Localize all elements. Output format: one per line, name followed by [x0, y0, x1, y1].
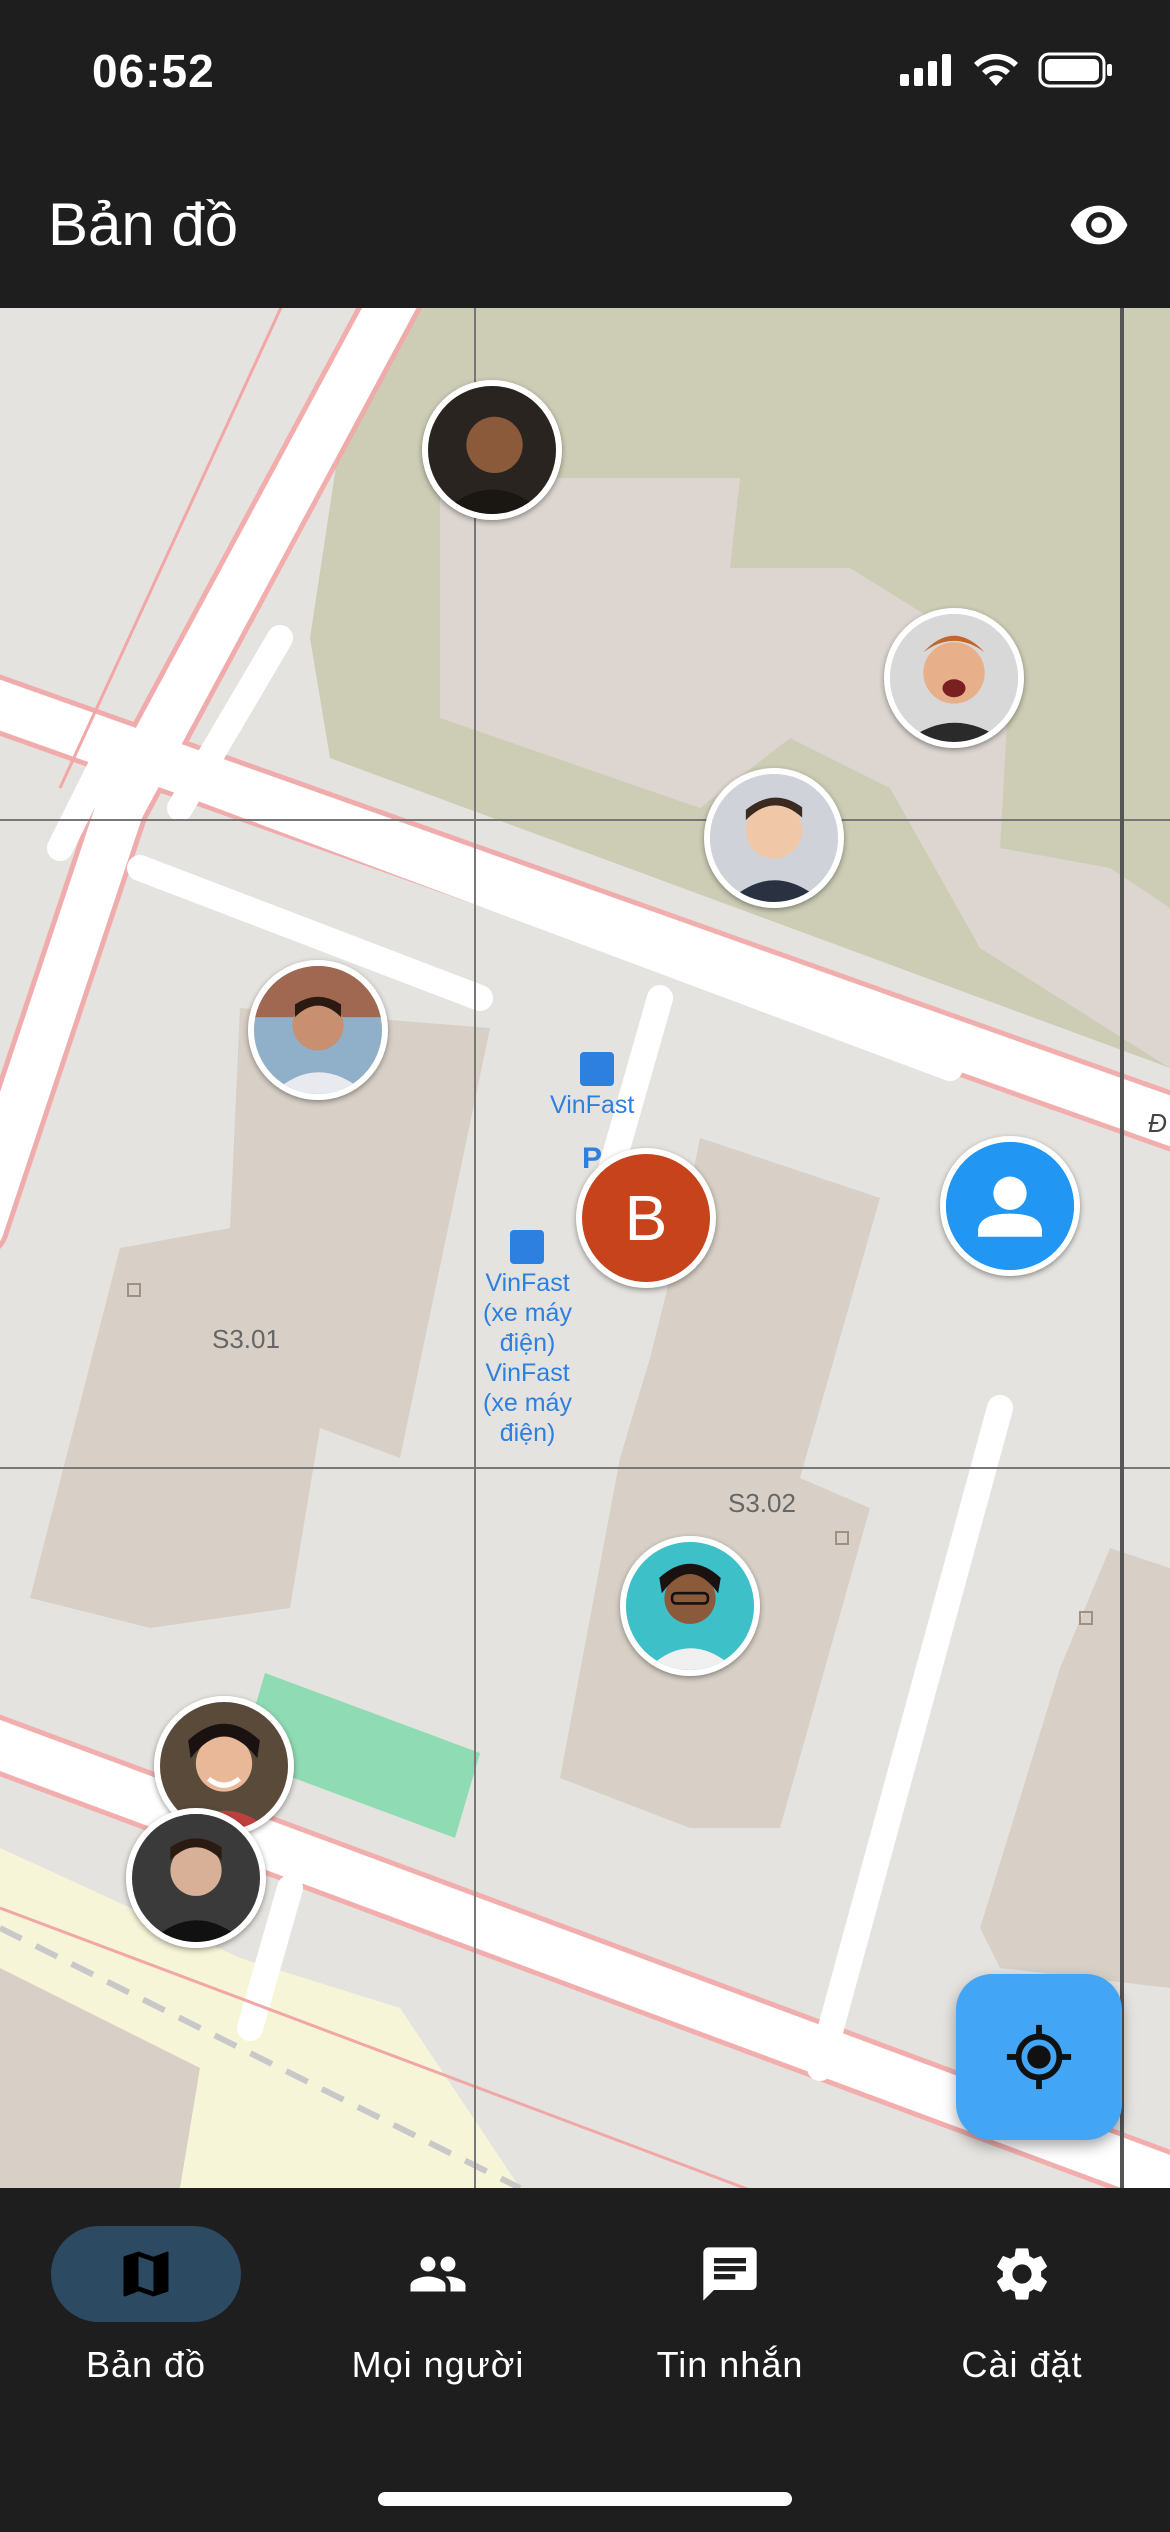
nav-label: Cài đặt: [961, 2344, 1083, 2385]
avatar-image: [626, 1542, 754, 1670]
battery-icon: [1038, 52, 1112, 88]
current-user-initial: B: [624, 1182, 668, 1254]
settings-icon: [997, 2248, 1047, 2300]
user-avatar-marker[interactable]: [422, 380, 562, 520]
my-location-button[interactable]: [956, 1974, 1122, 2140]
nav-label: Tin nhắn: [656, 2344, 804, 2385]
status-bar: 06:52: [0, 0, 1170, 140]
user-avatar-marker[interactable]: [884, 608, 1024, 748]
app-bar: Bản đồ: [0, 140, 1170, 308]
signal-icon: [900, 54, 951, 86]
poi-vinfast-motorbike[interactable]: VinFast (xe máy điện) VinFast (xe máy đi…: [470, 1268, 585, 1448]
nav-item-people[interactable]: Mọi người: [292, 2226, 584, 2386]
map-view[interactable]: S3.01 S3.02 Đ VinFast P VinFast (xe máy …: [0, 308, 1170, 2188]
my-location-icon: [1006, 2024, 1072, 2090]
building-label-s3-02: S3.02: [728, 1488, 796, 1518]
user-avatar-marker[interactable]: [248, 960, 388, 1100]
message-icon: [703, 2247, 757, 2301]
avatar-image: [890, 614, 1018, 742]
wifi-icon: [974, 53, 1018, 86]
street-label: Đ: [1148, 1108, 1167, 1138]
unknown-user-marker[interactable]: [940, 1136, 1080, 1276]
user-avatar-marker[interactable]: [704, 768, 844, 908]
avatar-image: [710, 774, 838, 902]
home-indicator: [378, 2492, 792, 2506]
current-user-marker[interactable]: B: [576, 1148, 716, 1288]
avatar-image: [254, 966, 382, 1094]
nav-label: Bản đồ: [85, 2344, 207, 2385]
user-avatar-marker[interactable]: [126, 1808, 266, 1948]
nav-indicator: [51, 2226, 241, 2322]
status-icons: [900, 52, 1114, 88]
nav-item-settings[interactable]: Cài đặt: [876, 2226, 1168, 2386]
avatar-image: [132, 1814, 260, 1942]
nav-label: Mọi người: [351, 2344, 525, 2385]
person-icon: [946, 1142, 1074, 1270]
people-icon: [410, 2256, 466, 2292]
visibility-toggle-button[interactable]: [1064, 194, 1134, 256]
building-label-s3-01: S3.01: [212, 1324, 280, 1354]
nav-item-messages[interactable]: Tin nhắn: [584, 2226, 876, 2386]
poi-vinfast[interactable]: VinFast: [550, 1090, 634, 1120]
page-title: Bản đồ: [48, 191, 239, 258]
eye-icon: [1070, 205, 1128, 245]
status-time: 06:52: [92, 45, 215, 97]
map-icon: [123, 2251, 169, 2297]
nav-item-map[interactable]: Bản đồ: [0, 2226, 292, 2386]
bottom-navigation: Bản đồ Mọi người Tin nhắn Cài đặt: [0, 2188, 1170, 2532]
user-avatar-marker[interactable]: [620, 1536, 760, 1676]
avatar-image: [428, 386, 556, 514]
